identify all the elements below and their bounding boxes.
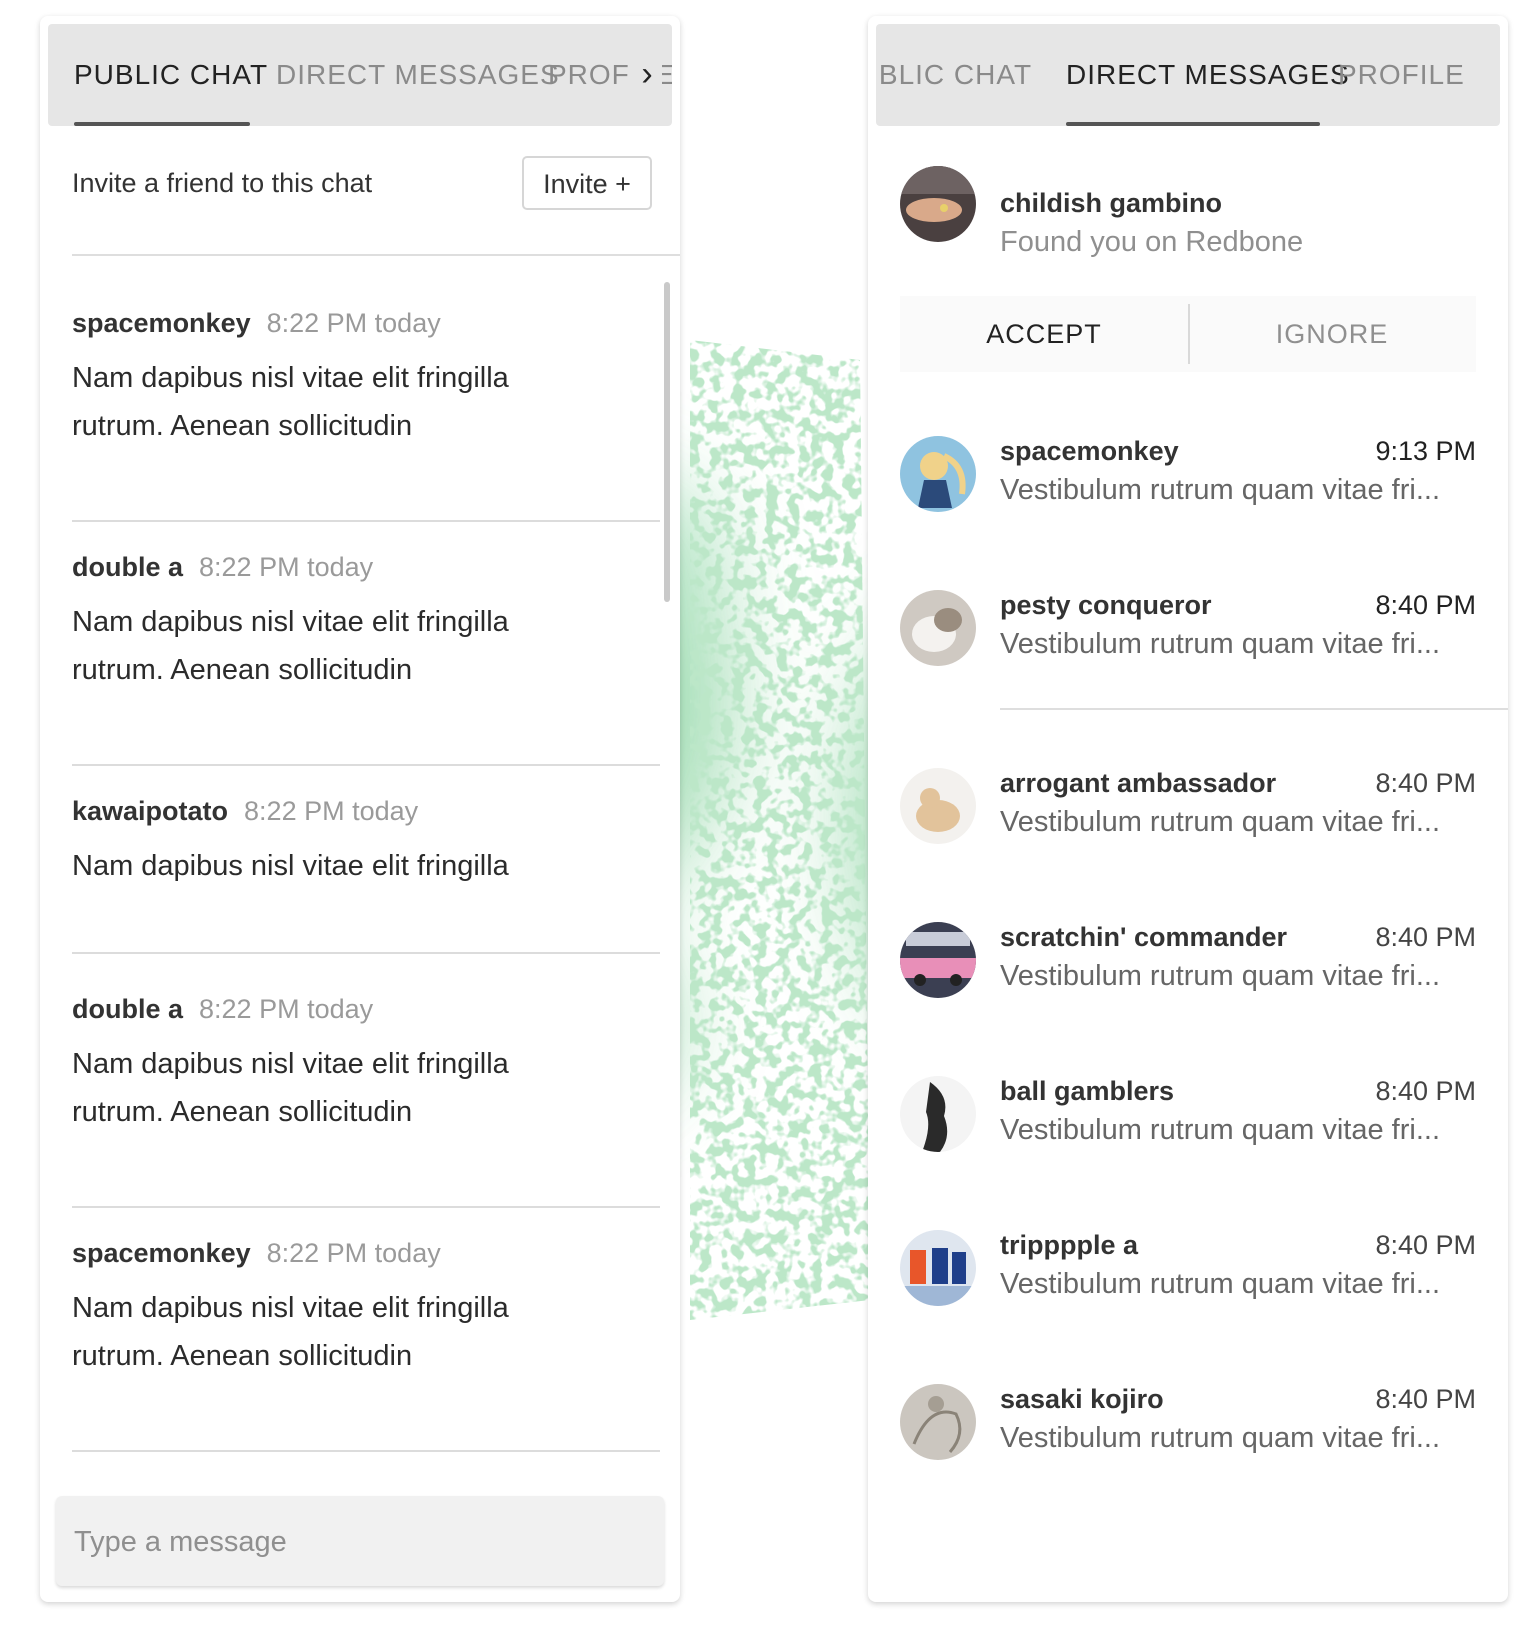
conversation-time: 8:40 PM [1375, 768, 1476, 798]
message-item: double a 8:22 PM today Nam dapibus nisl v… [72, 954, 660, 1208]
conversation-preview: Vestibulum rutrum quam vitae fri... [1000, 1114, 1440, 1146]
public-chat-panel: PUBLIC CHAT DIRECT MESSAGES PROFILE › In… [40, 16, 680, 1602]
message-text: Nam dapibus nisl vitae elit fringilla [72, 850, 509, 882]
tab-direct-messages[interactable]: DIRECT MESSAGES [276, 24, 560, 126]
friend-request: childish gambino Found you on Redbone AC… [900, 166, 1476, 372]
message-timestamp: 8:22 PM today [266, 308, 441, 338]
message-item: spacemonkey 8:22 PM today Nam dapibus nis… [72, 1198, 660, 1452]
conversation-preview: Vestibulum rutrum quam vitae fri... [1000, 628, 1440, 660]
conversation-time: 8:40 PM [1375, 590, 1476, 620]
conversation-name: ball gamblers [1000, 1076, 1175, 1106]
message-username[interactable]: double a [72, 994, 183, 1024]
request-sender-name[interactable]: childish gambino [1000, 188, 1222, 219]
message-item: double a 8:22 PM today Nam dapibus nisl v… [72, 512, 660, 766]
conversation-preview: Vestibulum rutrum quam vitae fri... [1000, 806, 1440, 838]
message-composer [56, 1496, 664, 1588]
tab-public-chat[interactable]: PUBLIC CHAT [74, 24, 268, 126]
conversation-preview: Vestibulum rutrum quam vitae fri... [1000, 960, 1440, 992]
conversation-name: sasaki kojiro [1000, 1384, 1164, 1414]
tab-bar: PUBLIC CHAT DIRECT MESSAGES PROFILE › [48, 24, 672, 126]
conversation-item[interactable]: ball gamblers 8:40 PM Vestibulum rutrum … [900, 1066, 1476, 1166]
conversation-time: 8:40 PM [1375, 922, 1476, 952]
message-username[interactable]: spacemonkey [72, 308, 251, 338]
message-text: Nam dapibus nisl vitae elit fringilla ru… [72, 362, 509, 442]
message-timestamp: 8:22 PM today [199, 994, 374, 1024]
conversation-item[interactable]: tripppple a 8:40 PM Vestibulum rutrum qu… [900, 1220, 1476, 1320]
invite-row: Invite a friend to this chat Invite + [72, 156, 652, 214]
conversation-preview: Vestibulum rutrum quam vitae fri... [1000, 474, 1440, 506]
chevron-right-icon[interactable]: › [632, 24, 662, 126]
active-tab-indicator [74, 122, 250, 126]
message-username[interactable]: double a [72, 552, 183, 582]
avatar [900, 436, 976, 512]
conversation-item[interactable]: scratchin' commander 8:40 PM Vestibulum … [900, 912, 1476, 1012]
message-item: spacemonkey 8:22 PM today Nam dapibus nis… [72, 268, 660, 522]
conversation-preview: Vestibulum rutrum quam vitae fri... [1000, 1268, 1440, 1300]
tab-public-chat[interactable]: PUBLIC CHAT [876, 24, 1032, 126]
conversation-item[interactable]: pesty conqueror 8:40 PM Vestibulum rutru… [900, 580, 1476, 680]
request-actions: ACCEPT IGNORE [900, 296, 1476, 372]
message-list[interactable]: spacemonkey 8:22 PM today Nam dapibus nis… [72, 268, 660, 1488]
avatar [900, 1076, 976, 1152]
avatar [900, 1384, 976, 1460]
conversation-name: arrogant ambassador [1000, 768, 1277, 798]
tab-profile[interactable]: PROFILE [1338, 24, 1465, 126]
tab-bar: PUBLIC CHAT DIRECT MESSAGES PROFILE [876, 24, 1500, 126]
conversation-name: spacemonkey [1000, 436, 1179, 466]
conversation-list: spacemonkey 9:13 PM Vestibulum rutrum qu… [900, 426, 1508, 1556]
conversation-name: pesty conqueror [1000, 590, 1212, 620]
tab-direct-messages[interactable]: DIRECT MESSAGES [1066, 24, 1350, 126]
conversation-preview: Vestibulum rutrum quam vitae fri... [1000, 1422, 1440, 1454]
avatar [900, 590, 976, 666]
message-divider [72, 1450, 660, 1452]
conversation-item[interactable]: spacemonkey 9:13 PM Vestibulum rutrum qu… [900, 426, 1476, 526]
scrollbar-thumb[interactable] [664, 282, 670, 602]
conversation-item[interactable]: sasaki kojiro 8:40 PM Vestibulum rutrum … [900, 1374, 1476, 1474]
accept-button[interactable]: ACCEPT [900, 296, 1188, 372]
conversation-time: 8:40 PM [1375, 1076, 1476, 1106]
avatar[interactable] [900, 166, 976, 242]
active-tab-indicator [1066, 122, 1320, 126]
avatar [900, 1230, 976, 1306]
message-username[interactable]: spacemonkey [72, 1238, 251, 1268]
invite-label: Invite a friend to this chat [72, 168, 373, 198]
message-text: Nam dapibus nisl vitae elit fringilla ru… [72, 606, 509, 686]
conversation-item[interactable]: arrogant ambassador 8:40 PM Vestibulum r… [900, 758, 1476, 858]
conversation-name: scratchin' commander [1000, 922, 1288, 952]
conversation-time: 9:13 PM [1375, 436, 1476, 466]
avatar [900, 768, 976, 844]
message-input[interactable] [72, 1496, 616, 1588]
message-text: Nam dapibus nisl vitae elit fringilla ru… [72, 1292, 509, 1372]
invite-button[interactable]: Invite + [522, 156, 652, 210]
message-timestamp: 8:22 PM today [266, 1238, 441, 1268]
direct-messages-panel: PUBLIC CHAT DIRECT MESSAGES PROFILE chil… [868, 16, 1508, 1602]
avatar [900, 922, 976, 998]
conversation-time: 8:40 PM [1375, 1384, 1476, 1414]
message-timestamp: 8:22 PM today [199, 552, 374, 582]
divider [72, 254, 680, 256]
conversation-time: 8:40 PM [1375, 1230, 1476, 1260]
message-username[interactable]: kawaipotato [72, 796, 228, 826]
ignore-button[interactable]: IGNORE [1188, 296, 1476, 372]
message-text: Nam dapibus nisl vitae elit fringilla ru… [72, 1048, 509, 1128]
message-item: kawaipotato 8:22 PM today Nam dapibus nis… [72, 756, 660, 954]
message-timestamp: 8:22 PM today [244, 796, 419, 826]
request-message: Found you on Redbone [1000, 226, 1304, 258]
conversation-name: tripppple a [1000, 1230, 1139, 1260]
divider [1000, 708, 1508, 710]
